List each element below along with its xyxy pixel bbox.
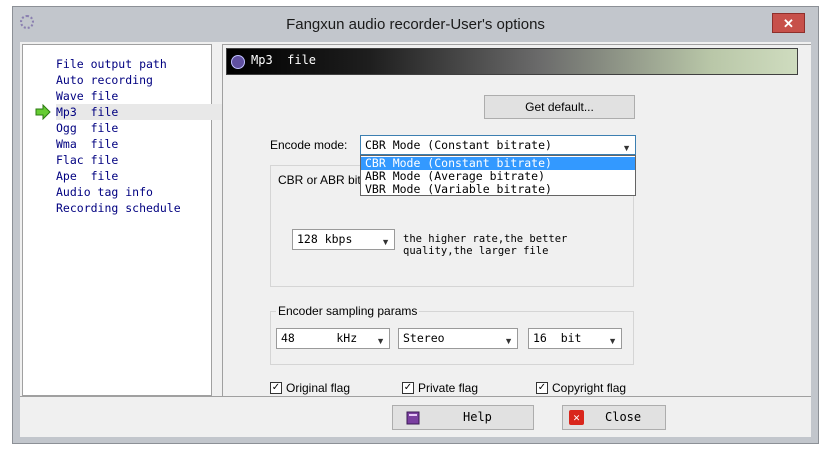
encode-mode-dropdown: CBR Mode (Constant bitrate) ABR Mode (Av… [360,155,636,196]
chevron-down-icon: ▼ [376,336,385,346]
nav-item-wave-file[interactable]: Wave file [56,88,118,104]
copyright-flag-label: Copyright flag [552,381,627,395]
close-label: Close [605,410,642,424]
selected-arrow-icon [35,103,51,121]
sample-rate-value: 48 kHz [281,331,358,345]
close-window-button[interactable]: ✕ [772,13,805,33]
encode-mode-value: CBR Mode (Constant bitrate) [365,138,552,152]
bit-depth-value: 16 bit [533,331,582,345]
sample-rate-select[interactable]: 48 kHz ▼ [276,328,390,349]
private-flag-label: Private flag [418,381,479,395]
book-icon [405,410,421,425]
bitrate-hint-line-1: the higher rate,the better [403,233,568,245]
help-button[interactable]: Help [392,405,534,430]
help-label: Help [463,410,492,424]
nav-item-file-output-path[interactable]: File output path [56,56,167,72]
nav-item-mp3-file[interactable]: Mp3 file [56,104,224,120]
section-title: Mp3 file [251,53,317,67]
app-icon[interactable] [20,15,34,29]
title-bar[interactable]: Fangxun audio recorder-User's options [13,7,818,42]
original-flag-label: Original flag [286,381,351,395]
close-icon: ✕ [569,410,584,425]
nav-item-recording-schedule[interactable]: Recording schedule [56,200,181,216]
bitrate-group-label: CBR or ABR bit [276,173,363,187]
disc-icon [231,55,245,69]
sampling-group-label: Encoder sampling params [276,304,420,318]
chevron-down-icon: ▼ [381,237,390,247]
encode-mode-label: Encode mode: [270,138,348,152]
channels-value: Stereo [403,331,445,345]
original-flag-checkbox[interactable]: ✓ [270,382,282,394]
get-default-button[interactable]: Get default... [484,95,635,119]
encode-mode-select[interactable]: CBR Mode (Constant bitrate) ▼ [360,135,636,155]
nav-item-audio-tag-info[interactable]: Audio tag info [56,184,153,200]
nav-item-ogg-file[interactable]: Ogg file [56,120,118,136]
bitrate-value: 128 kbps [297,232,353,246]
nav-item-ape-file[interactable]: Ape file [56,168,118,184]
close-icon: ✕ [783,16,794,31]
private-flag-checkbox[interactable]: ✓ [402,382,414,394]
bitrate-hint-line-2: quality,the larger file [403,245,549,257]
nav-item-flac-file[interactable]: Flac file [56,152,118,168]
nav-item-auto-recording[interactable]: Auto recording [56,72,153,88]
encode-option-vbr[interactable]: VBR Mode (Variable bitrate) [361,183,635,196]
nav-item-wma-file[interactable]: Wma file [56,136,118,152]
options-nav-list: File output path Auto recording Wave fil… [22,44,224,396]
flags-row: ✓ Original flag ✓ Private flag ✓ Copyrig… [270,380,630,396]
channels-select[interactable]: Stereo ▼ [398,328,518,349]
window-title: Fangxun audio recorder-User's options [286,16,545,33]
bit-depth-select[interactable]: 16 bit ▼ [528,328,622,349]
copyright-flag-checkbox[interactable]: ✓ [536,382,548,394]
bitrate-select[interactable]: 128 kbps ▼ [292,229,395,250]
close-button[interactable]: ✕ Close [562,405,666,430]
chevron-down-icon: ▼ [608,336,617,346]
chevron-down-icon: ▼ [504,336,513,346]
